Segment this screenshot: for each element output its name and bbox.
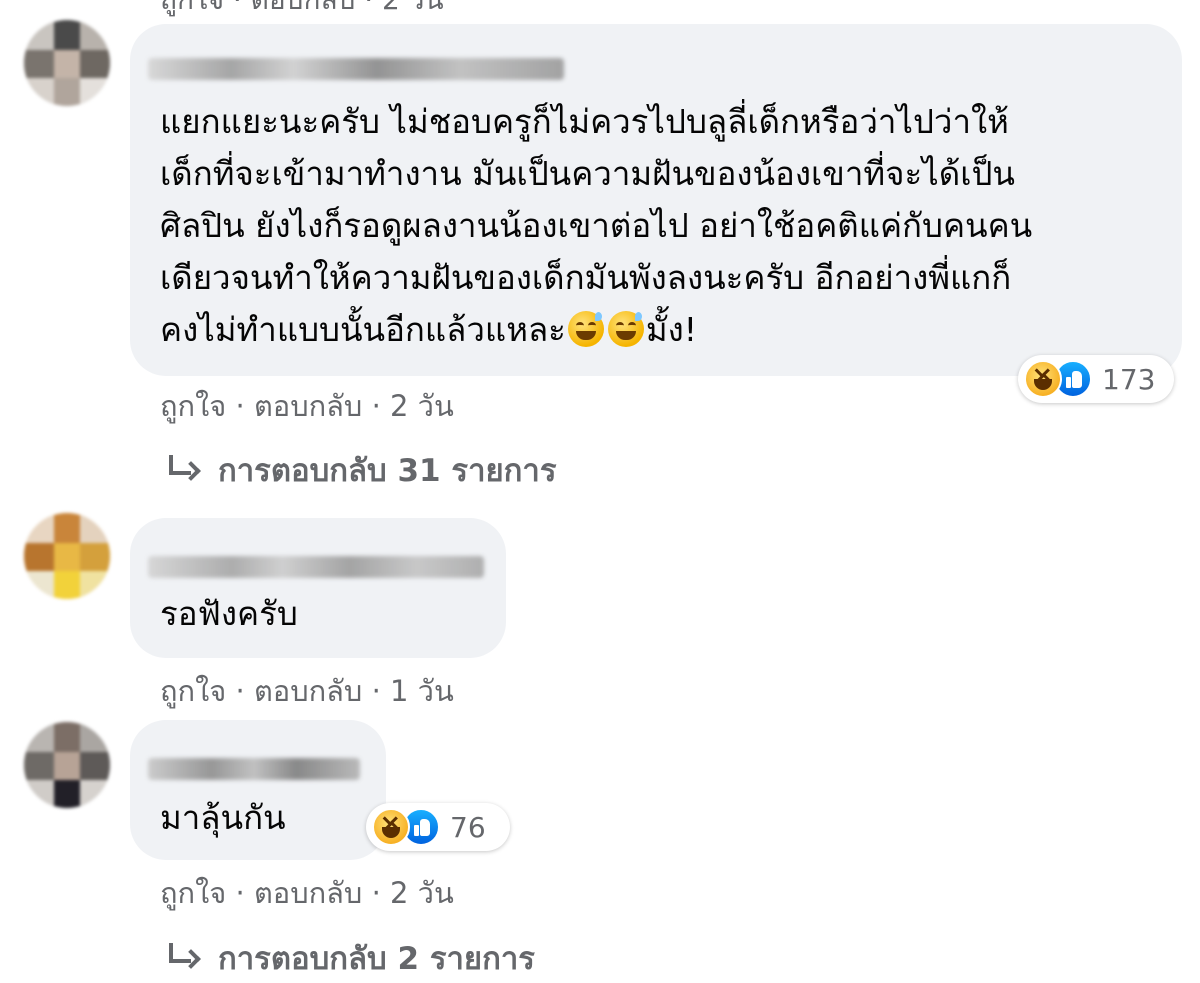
separator: · xyxy=(371,389,381,423)
comment-text: แยกแยะนะครับ ไม่ชอบครูก็ไม่ควรไปบลูลี่เด… xyxy=(160,102,1033,349)
reaction-summary[interactable]: 173 xyxy=(1018,355,1174,403)
comment-text: รอฟังครับ xyxy=(160,594,298,633)
timestamp[interactable]: 1 วัน xyxy=(390,674,454,708)
reaction-summary[interactable]: 76 xyxy=(366,803,510,851)
grinning-sweat-emoji-icon xyxy=(567,311,604,347)
separator: · xyxy=(235,674,245,708)
avatar[interactable] xyxy=(24,513,110,599)
avatar[interactable] xyxy=(24,722,110,808)
commenter-name[interactable] xyxy=(148,556,484,578)
reaction-count: 173 xyxy=(1102,362,1156,396)
view-replies-link[interactable]: การตอบกลับ 2 รายการ xyxy=(166,933,535,983)
timestamp[interactable]: 2 วัน xyxy=(390,876,454,910)
view-replies-link[interactable]: การตอบกลับ 31 รายการ xyxy=(166,445,556,495)
previous-comment-meta: ถูกใจ · ตอบกลับ · 2 วัน xyxy=(160,0,444,22)
separator: · xyxy=(235,389,245,423)
separator: · xyxy=(235,876,245,910)
comment-text: มาลุ้นกัน xyxy=(160,798,286,837)
timestamp[interactable]: 2 วัน xyxy=(390,389,454,423)
like-link[interactable]: ถูกใจ xyxy=(160,389,226,423)
reaction-count: 76 xyxy=(450,810,486,844)
separator: · xyxy=(371,674,381,708)
reply-arrow-icon xyxy=(166,455,200,485)
like-link[interactable]: ถูกใจ xyxy=(160,674,226,708)
like-link[interactable]: ถูกใจ xyxy=(160,876,226,910)
reply-link[interactable]: ตอบกลับ xyxy=(254,674,362,708)
comment-actions: ถูกใจ · ตอบกลับ · 1 วัน xyxy=(160,668,454,714)
comment-actions: ถูกใจ · ตอบกลับ · 2 วัน xyxy=(160,383,454,429)
view-replies-label: การตอบกลับ 2 รายการ xyxy=(218,941,535,977)
grinning-sweat-emoji-icon xyxy=(607,311,644,347)
reply-arrow-icon xyxy=(166,943,200,973)
comment-bubble: มาลุ้นกัน xyxy=(130,720,386,860)
comment-bubble: แยกแยะนะครับ ไม่ชอบครูก็ไม่ควรไปบลูลี่เด… xyxy=(130,24,1182,376)
avatar[interactable] xyxy=(24,20,110,106)
commenter-name[interactable] xyxy=(148,58,564,80)
reply-link[interactable]: ตอบกลับ xyxy=(254,389,362,423)
reply-link[interactable]: ตอบกลับ xyxy=(254,876,362,910)
comment-bubble: รอฟังครับ xyxy=(130,518,506,658)
haha-reaction-icon xyxy=(372,808,410,846)
commenter-name[interactable] xyxy=(148,758,360,780)
separator: · xyxy=(371,876,381,910)
haha-reaction-icon xyxy=(1024,360,1062,398)
view-replies-label: การตอบกลับ 31 รายการ xyxy=(218,453,557,489)
comment-actions: ถูกใจ · ตอบกลับ · 2 วัน xyxy=(160,870,454,916)
